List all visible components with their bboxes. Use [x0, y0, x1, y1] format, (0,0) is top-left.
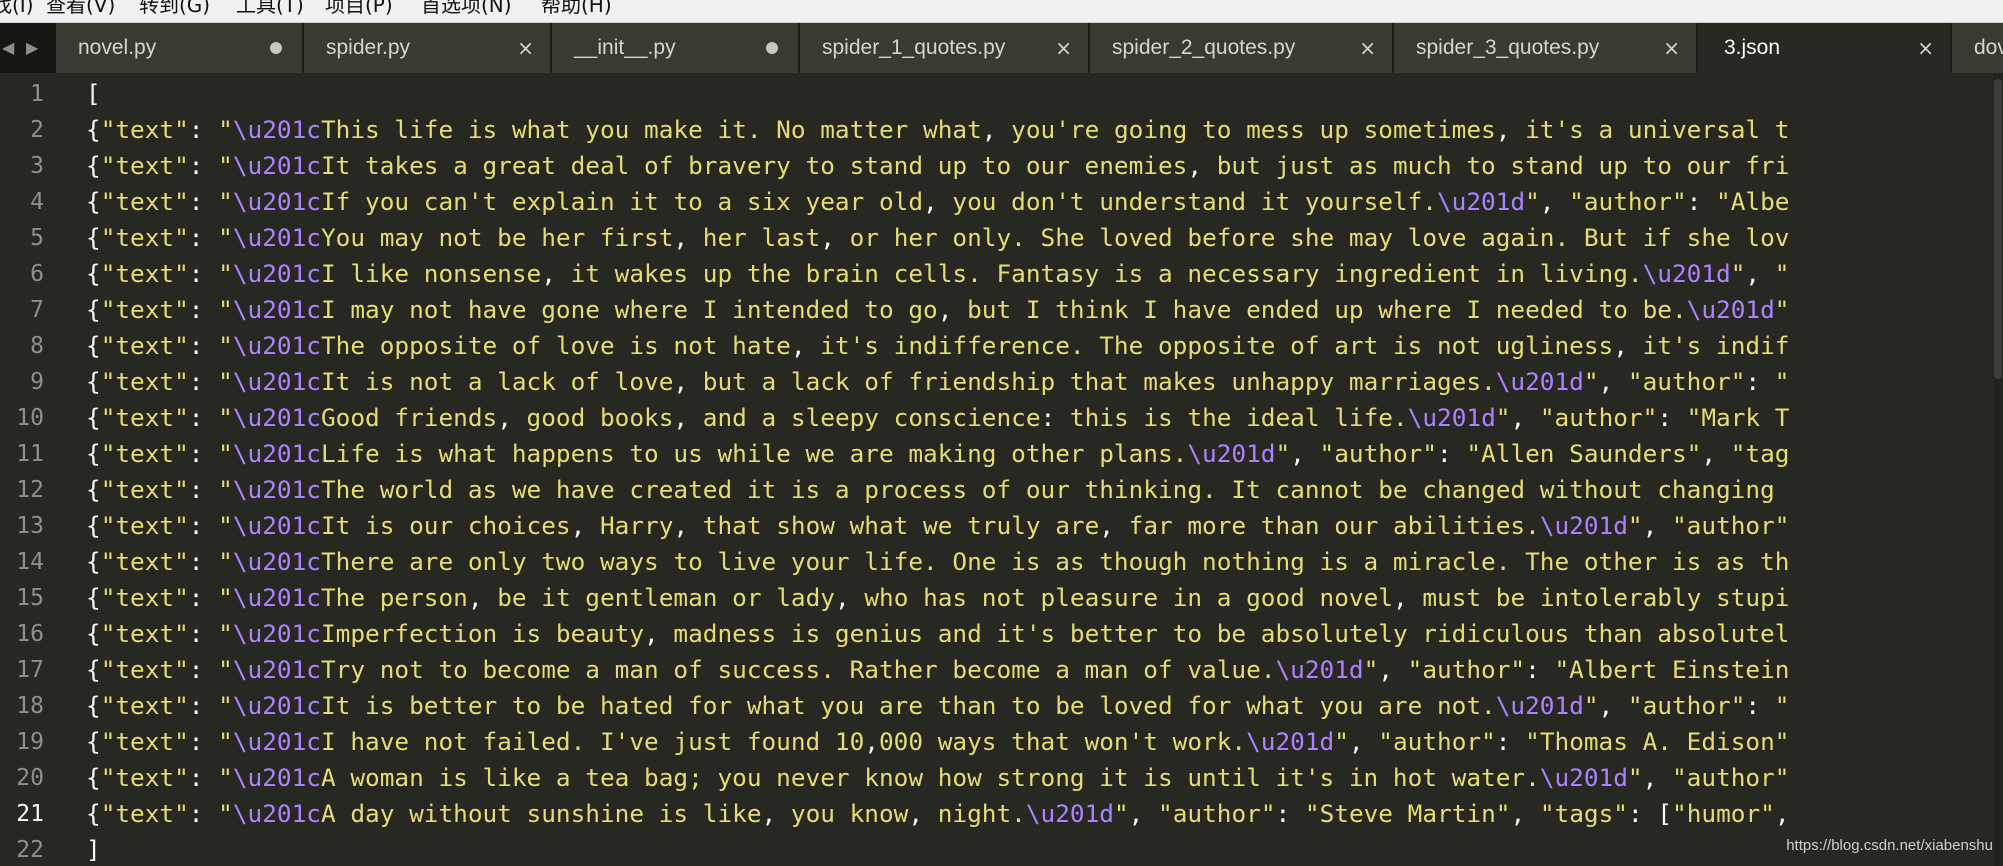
line-number: 7 — [30, 297, 44, 323]
code-line[interactable]: {"text": "\u201cImperfection is beauty, … — [86, 616, 1789, 652]
menu-tools[interactable]: 工具(T) — [236, 0, 304, 19]
line-number: 18 — [16, 693, 44, 719]
code-editor[interactable]: 1 2 3 4 5 6 7 8 9 10 11 12 13 14 15 16 17 18 19 20 21 22 [{"t… — [0, 73, 2003, 866]
line-number: 8 — [30, 333, 44, 359]
code-line[interactable]: {"text": "\u201cTry not to become a man … — [86, 652, 1789, 688]
tab-dov[interactable]: dov — [1952, 23, 2003, 73]
close-icon[interactable]: × — [1055, 23, 1072, 73]
editor-window: 找(I) 查看(V) 转到(G) 工具(T) 项目(P) 首选项(N) 帮助(H… — [0, 0, 2003, 866]
close-icon[interactable]: × — [1663, 23, 1680, 73]
line-number: 12 — [16, 477, 44, 503]
line-number: 2 — [30, 117, 44, 143]
code-line[interactable]: {"text": "\u201cA day without sunshine i… — [86, 796, 1790, 832]
code-line[interactable]: {"text": "\u201cIt is our choices, Harry… — [86, 508, 1789, 544]
tab-label: spider_1_quotes.py — [822, 36, 1006, 59]
close-icon[interactable]: × — [1359, 23, 1376, 73]
code-line[interactable]: {"text": "\u201cThe person, be it gentle… — [86, 580, 1789, 616]
tab-3-json[interactable]: 3.json × — [1698, 23, 1952, 73]
menu-find[interactable]: 找(I) — [0, 0, 34, 19]
line-number: 19 — [16, 729, 44, 755]
code-line[interactable]: {"text": "\u201cLife is what happens to … — [86, 436, 1789, 472]
line-number: 14 — [16, 549, 44, 575]
code-line[interactable]: {"text": "\u201cThe world as we have cre… — [86, 472, 1789, 508]
tab-label: __init__.py — [574, 36, 676, 59]
line-number: 22 — [16, 837, 44, 863]
tab-label: spider_2_quotes.py — [1112, 36, 1296, 59]
scrollbar-thumb[interactable] — [1994, 79, 2002, 379]
close-icon[interactable]: × — [517, 23, 534, 73]
code-line[interactable]: {"text": "\u201cThis life is what you ma… — [86, 112, 1789, 148]
line-number: 17 — [16, 657, 44, 683]
code-line[interactable]: {"text": "\u201cIf you can't explain it … — [86, 184, 1789, 220]
line-number: 20 — [16, 765, 44, 791]
tab-init-py[interactable]: __init__.py — [552, 23, 800, 73]
unsaved-dot-icon[interactable] — [766, 42, 778, 54]
tab-spider-3-quotes-py[interactable]: spider_3_quotes.py × — [1394, 23, 1698, 73]
code-line[interactable]: {"text": "\u201cI have not failed. I've … — [86, 724, 1789, 760]
line-number: 15 — [16, 585, 44, 611]
line-number: 3 — [30, 153, 44, 179]
line-number: 6 — [30, 261, 44, 287]
menu-bar: 找(I) 查看(V) 转到(G) 工具(T) 项目(P) 首选项(N) 帮助(H… — [0, 0, 2003, 23]
code-line[interactable]: {"text": "\u201cIt is not a lack of love… — [86, 364, 1789, 400]
tab-label: novel.py — [78, 36, 157, 59]
code-line[interactable]: {"text": "\u201cYou may not be her first… — [86, 220, 1789, 256]
code-line[interactable]: {"text": "\u201cA woman is like a tea ba… — [86, 760, 1789, 796]
line-number: 21 — [16, 801, 44, 827]
line-number: 1 — [30, 81, 44, 107]
menu-help[interactable]: 帮助(H) — [541, 0, 612, 19]
tab-spider-py[interactable]: spider.py × — [304, 23, 552, 73]
tab-spider-2-quotes-py[interactable]: spider_2_quotes.py × — [1090, 23, 1394, 73]
line-number: 16 — [16, 621, 44, 647]
close-icon[interactable]: × — [1917, 23, 1934, 73]
code-line[interactable]: ] — [86, 832, 101, 866]
line-number: 10 — [16, 405, 44, 431]
line-number: 9 — [30, 369, 44, 395]
tab-spider-1-quotes-py[interactable]: spider_1_quotes.py × — [800, 23, 1090, 73]
unsaved-dot-icon[interactable] — [270, 42, 282, 54]
tab-label: spider_3_quotes.py — [1416, 36, 1600, 59]
menu-view[interactable]: 查看(V) — [46, 0, 115, 19]
vertical-scrollbar[interactable] — [1993, 73, 2003, 866]
line-number: 5 — [30, 225, 44, 251]
tab-label: 3.json — [1724, 36, 1781, 59]
tab-bar: ◀ ▶ novel.py spider.py × __init__.py spi… — [0, 23, 2003, 73]
code-line[interactable]: {"text": "\u201cIt is better to be hated… — [86, 688, 1789, 724]
code-area[interactable]: [{"text": "\u201cThis life is what you m… — [86, 73, 1996, 866]
menu-project[interactable]: 项目(P) — [325, 0, 393, 19]
code-line[interactable]: {"text": "\u201cGood friends, good books… — [86, 400, 1789, 436]
line-number: 11 — [16, 441, 44, 467]
code-line[interactable]: {"text": "\u201cThe opposite of love is … — [86, 328, 1789, 364]
tab-prev-arrow-icon[interactable]: ◀ — [2, 38, 14, 58]
code-line[interactable]: [ — [86, 76, 101, 112]
tab-novel-py[interactable]: novel.py — [56, 23, 304, 73]
tab-label: spider.py — [326, 36, 411, 59]
line-number-gutter: 1 2 3 4 5 6 7 8 9 10 11 12 13 14 15 16 17 18 19 20 21 22 — [0, 73, 78, 866]
code-line[interactable]: {"text": "\u201cI may not have gone wher… — [86, 292, 1789, 328]
line-number: 4 — [30, 189, 44, 215]
tab-label: dov — [1974, 36, 2003, 59]
code-line[interactable]: {"text": "\u201cIt takes a great deal of… — [86, 148, 1789, 184]
menu-preferences[interactable]: 首选项(N) — [421, 0, 512, 19]
line-number: 13 — [16, 513, 44, 539]
watermark-url: https://blog.csdn.net/xiabenshu — [1786, 837, 1993, 854]
code-line[interactable]: {"text": "\u201cThere are only two ways … — [86, 544, 1789, 580]
code-line[interactable]: {"text": "\u201cI like nonsense, it wake… — [86, 256, 1789, 292]
menu-goto[interactable]: 转到(G) — [139, 0, 210, 19]
tab-next-arrow-icon[interactable]: ▶ — [26, 38, 38, 58]
